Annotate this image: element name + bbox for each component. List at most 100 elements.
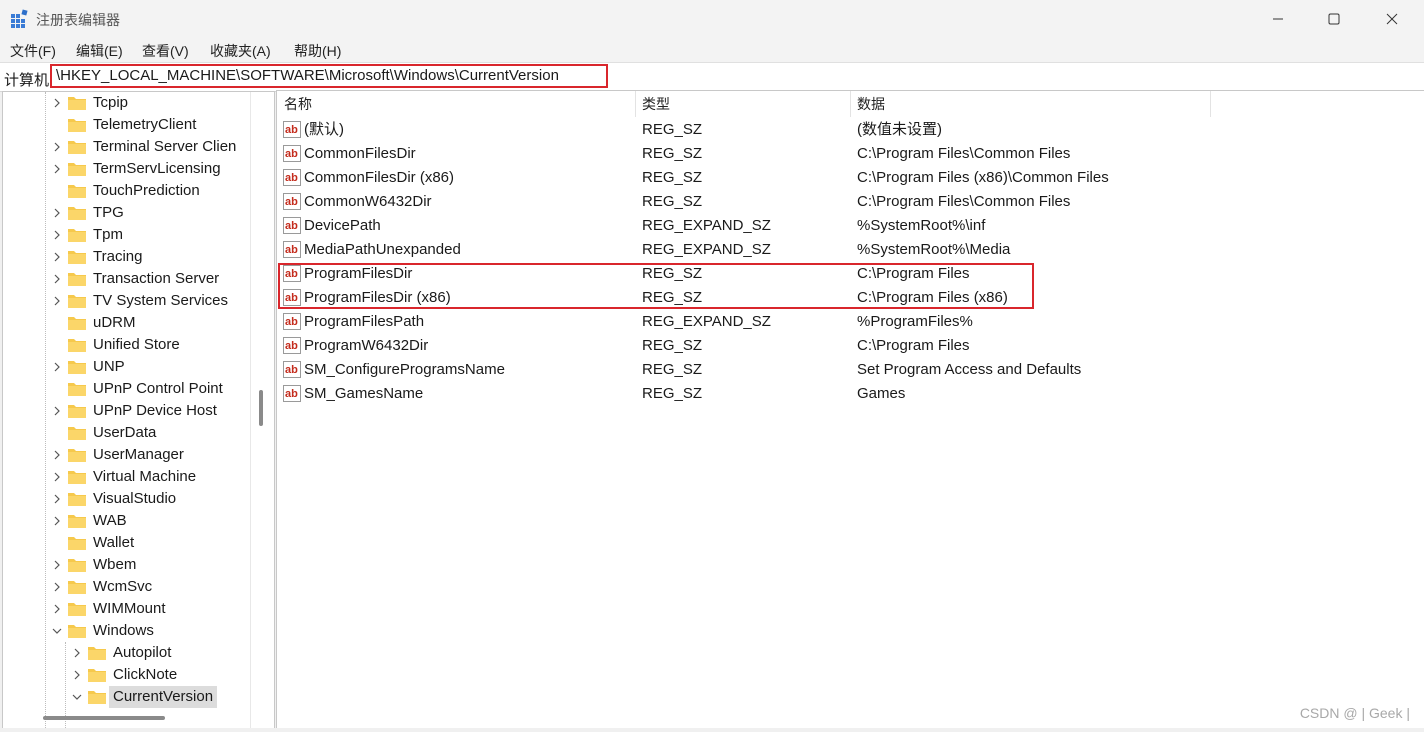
folder-icon [67, 513, 87, 529]
value-row[interactable]: ab CommonFilesDir REG_SZ C:\Program Files\C… [277, 142, 1424, 166]
menu-view[interactable]: 查看(V) [142, 41, 189, 61]
chevron-right-icon[interactable] [52, 202, 62, 224]
tree-item[interactable]: WIMMount [3, 598, 263, 620]
value-data: C:\Program Files (x86)\Common Files [857, 169, 1109, 186]
menu-edit[interactable]: 编辑(E) [76, 41, 123, 61]
address-path[interactable]: \HKEY_LOCAL_MACHINE\SOFTWARE\Microsoft\W… [50, 64, 608, 88]
tree-item-label: Transaction Server [93, 270, 220, 287]
tree-item[interactable]: WcmSvc [3, 576, 263, 598]
column-header-type[interactable]: 类型 [642, 91, 670, 117]
folder-icon [67, 249, 87, 265]
value-row[interactable]: ab SM_GamesName REG_SZ Games [277, 382, 1424, 406]
chevron-right-icon[interactable] [52, 466, 62, 488]
string-value-icon: ab [283, 337, 301, 354]
value-type: REG_EXPAND_SZ [642, 241, 771, 258]
svg-text:ab: ab [285, 316, 298, 328]
tree-item[interactable]: Virtual Machine [3, 466, 263, 488]
tree-item[interactable]: Transaction Server [3, 268, 263, 290]
chevron-right-icon[interactable] [52, 290, 62, 312]
value-list[interactable]: 名称 类型 数据 ab (默认) REG_SZ (数值未设置) ab CommonFile… [276, 90, 1424, 730]
value-row[interactable]: ab ProgramW6432Dir REG_SZ C:\Program Files [277, 334, 1424, 358]
tree-item[interactable]: VisualStudio [3, 488, 263, 510]
chevron-right-icon[interactable] [52, 356, 62, 378]
tree-item[interactable]: Autopilot [3, 642, 263, 664]
folder-icon [67, 293, 87, 309]
chevron-right-icon[interactable] [52, 400, 62, 422]
column-separator[interactable] [850, 91, 851, 117]
tree-item[interactable]: TouchPrediction [3, 180, 263, 202]
tree-item[interactable]: TelemetryClient [3, 114, 263, 136]
chevron-right-icon[interactable] [52, 488, 62, 510]
menu-favorites[interactable]: 收藏夹(A) [210, 41, 271, 61]
chevron-right-icon[interactable] [52, 598, 62, 620]
column-header-name[interactable]: 名称 [284, 91, 312, 117]
chevron-right-icon[interactable] [52, 268, 62, 290]
value-row[interactable]: ab (默认) REG_SZ (数值未设置) [277, 118, 1424, 142]
window-title: 注册表编辑器 [36, 12, 120, 28]
tree-item-label: Wallet [93, 534, 135, 551]
value-row[interactable]: ab DevicePath REG_EXPAND_SZ %SystemRoot%\in… [277, 214, 1424, 238]
chevron-right-icon[interactable] [72, 642, 82, 664]
tree-vertical-scrollbar[interactable] [259, 390, 263, 426]
chevron-right-icon[interactable] [52, 224, 62, 246]
watermark: CSDN @ | Geek | [1299, 705, 1410, 721]
folder-icon [67, 183, 87, 199]
tree-item[interactable]: TPG [3, 202, 263, 224]
chevron-right-icon[interactable] [52, 92, 62, 114]
chevron-right-icon[interactable] [52, 158, 62, 180]
tree-item[interactable]: ClickNote [3, 664, 263, 686]
tree-item[interactable]: CurrentVersion [3, 686, 263, 708]
chevron-down-icon[interactable] [72, 686, 82, 708]
tree-item[interactable]: Tracing [3, 246, 263, 268]
key-tree[interactable]: Tcpip TelemetryClient Terminal Server Clie… [2, 91, 275, 729]
value-name: SM_GamesName [304, 385, 424, 402]
value-row[interactable]: ab CommonFilesDir (x86) REG_SZ C:\Program F… [277, 166, 1424, 190]
tree-item[interactable]: Unified Store [3, 334, 263, 356]
tree-item[interactable]: UserManager [3, 444, 263, 466]
minimize-button[interactable] [1248, 0, 1308, 38]
tree-item-label: VisualStudio [93, 490, 177, 507]
chevron-right-icon[interactable] [52, 554, 62, 576]
chevron-down-icon[interactable] [52, 620, 62, 642]
address-bar[interactable]: 计算机 \HKEY_LOCAL_MACHINE\SOFTWARE\Microso… [0, 62, 1424, 92]
folder-icon [67, 359, 87, 375]
tree-item[interactable]: Windows [3, 620, 263, 642]
tree-item[interactable]: uDRM [3, 312, 263, 334]
tree-item[interactable]: UPnP Control Point [3, 378, 263, 400]
tree-item[interactable]: TV System Services [3, 290, 263, 312]
chevron-right-icon[interactable] [52, 510, 62, 532]
folder-icon [67, 271, 87, 287]
folder-icon [67, 139, 87, 155]
value-row[interactable]: ab ProgramFilesPath REG_EXPAND_SZ %ProgramF… [277, 310, 1424, 334]
tree-item-label: Tracing [93, 248, 143, 265]
tree-item[interactable]: Tcpip [3, 92, 263, 114]
tree-item[interactable]: Terminal Server Clien [3, 136, 263, 158]
menu-file[interactable]: 文件(F) [10, 41, 56, 61]
menu-help[interactable]: 帮助(H) [294, 41, 341, 61]
value-row[interactable]: ab MediaPathUnexpanded REG_EXPAND_SZ %Syste… [277, 238, 1424, 262]
tree-horizontal-scrollbar[interactable] [43, 716, 165, 720]
close-button[interactable] [1362, 0, 1422, 38]
column-separator[interactable] [635, 91, 636, 117]
chevron-right-icon[interactable] [52, 444, 62, 466]
tree-item[interactable]: Tpm [3, 224, 263, 246]
chevron-right-icon[interactable] [52, 246, 62, 268]
tree-item[interactable]: WAB [3, 510, 263, 532]
chevron-right-icon[interactable] [52, 576, 62, 598]
maximize-button[interactable] [1304, 0, 1364, 38]
value-row[interactable]: ab SM_ConfigureProgramsName REG_SZ Set Prog… [277, 358, 1424, 382]
svg-text:ab: ab [285, 196, 298, 208]
tree-item[interactable]: Wallet [3, 532, 263, 554]
tree-item[interactable]: Wbem [3, 554, 263, 576]
tree-item-label: ClickNote [113, 666, 178, 683]
tree-item[interactable]: TermServLicensing [3, 158, 263, 180]
chevron-right-icon[interactable] [52, 136, 62, 158]
tree-item[interactable]: UNP [3, 356, 263, 378]
value-row[interactable]: ab CommonW6432Dir REG_SZ C:\Program Files\C… [277, 190, 1424, 214]
chevron-right-icon[interactable] [72, 664, 82, 686]
tree-item-label: Virtual Machine [93, 468, 197, 485]
tree-item[interactable]: UserData [3, 422, 263, 444]
tree-item[interactable]: UPnP Device Host [3, 400, 263, 422]
column-separator[interactable] [1210, 91, 1211, 117]
column-header-data[interactable]: 数据 [857, 91, 885, 117]
